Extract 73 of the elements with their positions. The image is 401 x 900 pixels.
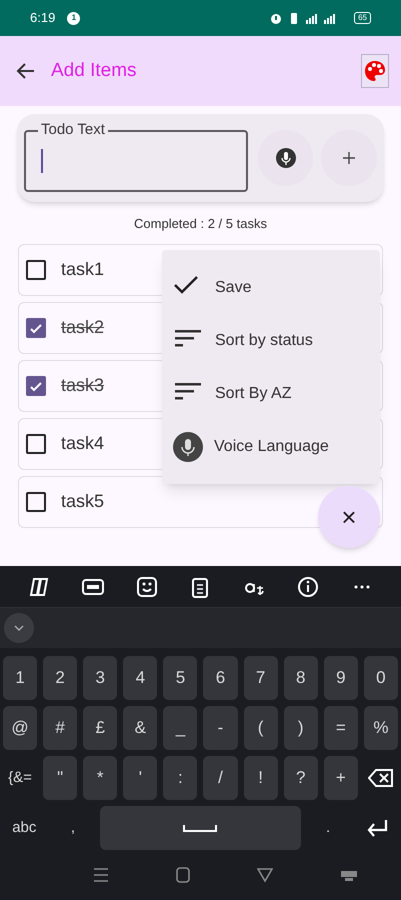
back-triangle-icon[interactable]	[256, 867, 273, 883]
keyboard-key[interactable]: '	[123, 756, 158, 800]
keyboard-key[interactable]: =	[324, 706, 358, 750]
task-label: task5	[61, 490, 104, 513]
chevron-down-icon	[14, 625, 24, 631]
backspace-icon	[368, 768, 394, 788]
plus-icon	[343, 152, 356, 164]
keyboard-key[interactable]: :	[163, 756, 198, 800]
check-icon	[29, 380, 43, 392]
keyboard-key[interactable]: &	[123, 706, 158, 750]
keyboard-key[interactable]: 4	[123, 656, 158, 700]
signal-icon	[306, 12, 318, 24]
keyboard-icon[interactable]	[340, 868, 358, 882]
keyboard-key[interactable]: 7	[244, 656, 278, 700]
signal-icon	[324, 12, 336, 24]
task-label: task3	[61, 374, 104, 397]
sticker-icon[interactable]	[136, 576, 158, 598]
keyboard-key[interactable]: {&=	[3, 756, 38, 800]
keyboard-key[interactable]: abc	[3, 806, 46, 850]
keyboard-key[interactable]: -	[203, 706, 238, 750]
text-cursor	[41, 149, 43, 173]
keyboard-key[interactable]: *	[83, 756, 118, 800]
keyboard-key[interactable]: %	[364, 706, 398, 750]
keyboard-key[interactable]: 8	[284, 656, 318, 700]
space-bar-icon	[183, 824, 218, 832]
keyboard-key[interactable]: "	[43, 756, 78, 800]
keyboard-key[interactable]: +	[324, 756, 358, 800]
keyboard-key[interactable]: 2	[43, 656, 78, 700]
menu-item[interactable]: Sort by status	[162, 314, 380, 367]
keyboard-key[interactable]: 5	[163, 656, 198, 700]
notification-badge: 1	[67, 12, 80, 24]
home-icon[interactable]	[176, 867, 190, 883]
keyboard-key[interactable]: ,	[52, 806, 94, 850]
alarm-icon	[270, 12, 282, 24]
enter-icon	[366, 818, 388, 838]
keyboard-key[interactable]: _	[163, 706, 198, 750]
task-checkbox[interactable]	[26, 318, 46, 338]
keyboard-key[interactable]: /	[203, 756, 238, 800]
task-label: task4	[61, 432, 104, 455]
keyboard-key[interactable]: 3	[83, 656, 118, 700]
task-checkbox[interactable]	[26, 260, 46, 280]
keyboard-key[interactable]: ?	[284, 756, 318, 800]
battery-indicator: 65	[354, 12, 371, 24]
keyboard-key[interactable]: @	[3, 706, 38, 750]
keyboard-key[interactable]: #	[43, 706, 78, 750]
keyboard-key[interactable]: )	[284, 706, 318, 750]
keyboard-key[interactable]: !	[244, 756, 278, 800]
task-checkbox[interactable]	[26, 434, 46, 454]
check-icon	[29, 322, 43, 334]
menu-item[interactable]: Voice Language	[162, 420, 380, 473]
task-label: task1	[61, 258, 104, 281]
keyboard-key[interactable]: 6	[203, 656, 238, 700]
microphone-icon	[276, 148, 296, 168]
palette-icon	[364, 60, 386, 82]
keyboard-key[interactable]: 0	[364, 656, 398, 700]
keyboard-key[interactable]: 9	[324, 656, 358, 700]
task-checkbox[interactable]	[26, 492, 46, 512]
menu-item[interactable]: Sort By AZ	[162, 367, 380, 420]
palette-button[interactable]	[361, 54, 389, 88]
keyboard-key[interactable]: £	[83, 706, 118, 750]
screen-title: Add Items	[51, 58, 137, 83]
menu-icon[interactable]	[93, 867, 110, 883]
task-checkbox[interactable]	[26, 376, 46, 396]
menu-item[interactable]: Save	[162, 261, 380, 314]
microphone-icon	[173, 432, 203, 462]
task-label: task2	[61, 316, 104, 339]
keyboard-key[interactable]: 1	[3, 656, 38, 700]
keyboard-key[interactable]: .	[306, 806, 350, 850]
info-icon[interactable]	[297, 576, 320, 598]
completed-summary: Completed : 2 / 5 tasks	[133, 215, 268, 233]
collapse-button[interactable]	[4, 613, 34, 643]
clock-text: 6:19	[30, 9, 56, 28]
keyboard-key[interactable]: (	[244, 706, 278, 750]
